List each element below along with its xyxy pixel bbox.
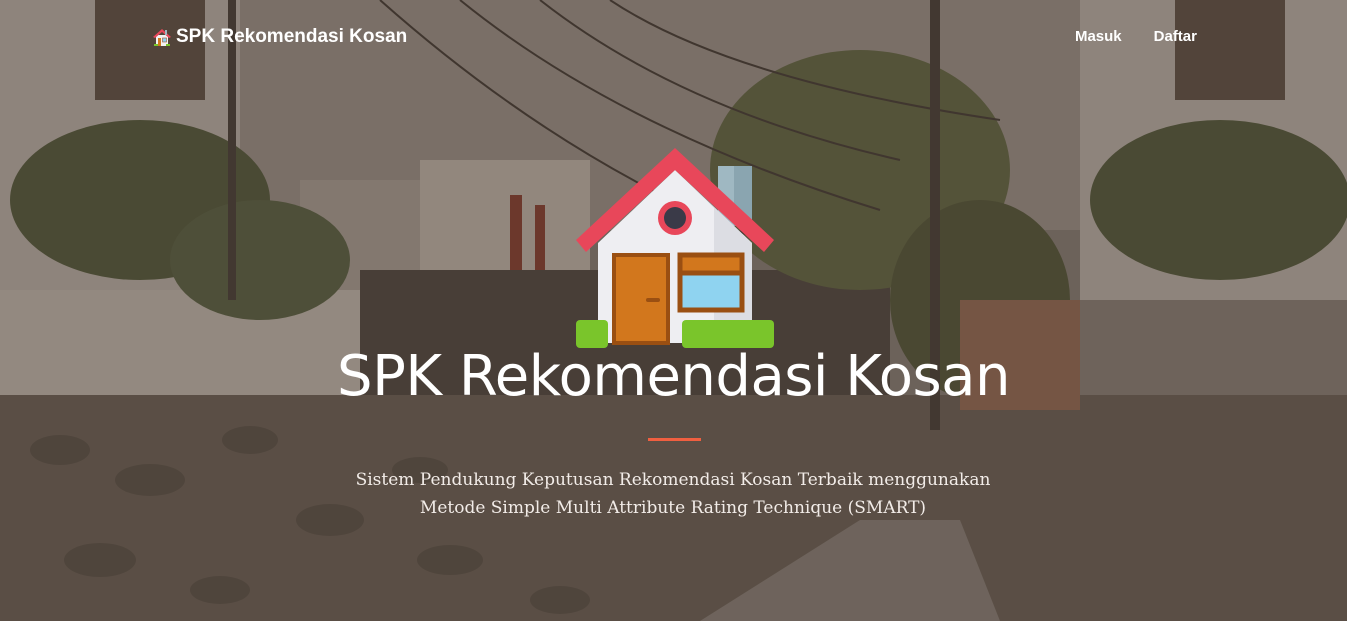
house-icon	[153, 29, 171, 46]
brand-link[interactable]: SPK Rekomendasi Kosan	[152, 26, 407, 48]
masuk-link[interactable]: Masuk	[1075, 28, 1122, 45]
brand-label: SPK Rekomendasi Kosan	[176, 26, 408, 47]
page-title: SPK Rekomendasi Kosan	[337, 344, 1010, 409]
hero-section: SPK Rekomendasi Kosan Masuk Daftar SPK R…	[0, 0, 1347, 621]
subtitle-line-2: Metode Simple Multi Attribute Rating Tec…	[419, 498, 927, 518]
nav-links: Masuk Daftar	[1075, 28, 1197, 45]
house-icon	[576, 148, 774, 348]
hero-subtitle: Sistem Pendukung Keputusan Rekomendasi K…	[323, 466, 1023, 522]
daftar-link[interactable]: Daftar	[1154, 28, 1197, 45]
subtitle-line-1: Sistem Pendukung Keputusan Rekomendasi K…	[355, 470, 991, 490]
top-navbar: SPK Rekomendasi Kosan Masuk Daftar	[0, 0, 1347, 76]
title-divider	[648, 438, 701, 441]
